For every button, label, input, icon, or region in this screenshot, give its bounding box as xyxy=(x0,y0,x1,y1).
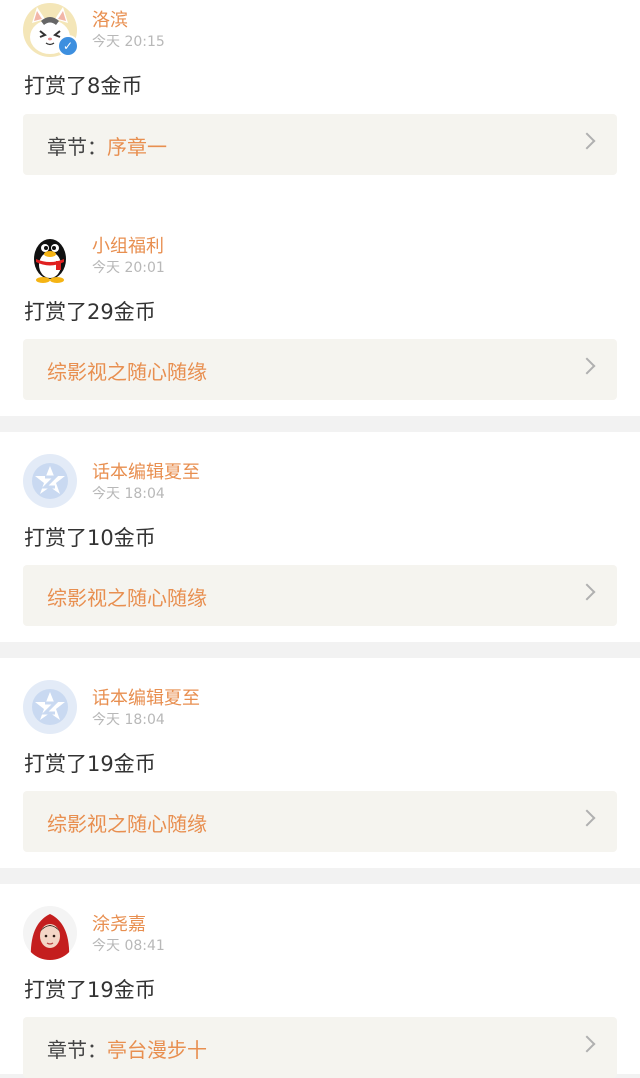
chevron-right-icon xyxy=(578,1035,596,1053)
timestamp: 今天 20:15 xyxy=(92,34,165,50)
reward-text: 打赏了19金币 xyxy=(24,752,156,776)
user-name[interactable]: 话本编辑夏至 xyxy=(92,684,200,710)
timestamp: 今天 18:04 xyxy=(92,486,165,502)
chapter-prefix: 章节： xyxy=(47,135,107,159)
chapter-link[interactable]: 章节：亭台漫步十 xyxy=(23,1017,617,1078)
reward-card: 话本编辑夏至 今天 18:04 打赏了19金币 综影视之随心随缘 xyxy=(0,658,640,868)
reward-card: 小组福利 今天 20:01 打赏了29金币 综影视之随心随缘 xyxy=(0,206,640,416)
chapter-title: 综影视之随心随缘 xyxy=(47,360,207,384)
red-hood-avatar-icon[interactable] xyxy=(23,906,77,960)
chevron-right-icon xyxy=(578,132,596,150)
reward-card: ✓ 洛滨 今天 20:15 打赏了8金币 章节：序章一 xyxy=(0,0,640,210)
reward-card: 话本编辑夏至 今天 18:04 打赏了10金币 综影视之随心随缘 xyxy=(0,432,640,642)
chapter-title: 序章一 xyxy=(107,135,167,159)
chevron-right-icon xyxy=(578,583,596,601)
chevron-right-icon xyxy=(578,809,596,827)
reward-text: 打赏了29金币 xyxy=(24,300,156,324)
default-z-avatar-icon[interactable] xyxy=(23,454,77,508)
reward-text: 打赏了19金币 xyxy=(24,978,156,1002)
qq-penguin-avatar-icon[interactable] xyxy=(23,229,77,283)
default-z-avatar-icon[interactable] xyxy=(23,680,77,734)
chapter-title: 综影视之随心随缘 xyxy=(47,812,207,836)
user-name[interactable]: 话本编辑夏至 xyxy=(92,458,200,484)
user-name[interactable]: 洛滨 xyxy=(92,6,128,32)
user-name[interactable]: 小组福利 xyxy=(92,232,164,258)
chapter-link[interactable]: 综影视之随心随缘 xyxy=(23,339,617,400)
chapter-link[interactable]: 综影视之随心随缘 xyxy=(23,791,617,852)
user-name[interactable]: 涂尧嘉 xyxy=(92,910,146,936)
chapter-title: 综影视之随心随缘 xyxy=(47,586,207,610)
reward-feed: ✓ 洛滨 今天 20:15 打赏了8金币 章节：序章一 小组福利 今天 20:0… xyxy=(0,0,640,1078)
timestamp: 今天 08:41 xyxy=(92,938,165,954)
verified-badge-icon: ✓ xyxy=(57,35,79,57)
timestamp: 今天 18:04 xyxy=(92,712,165,728)
reward-text: 打赏了8金币 xyxy=(24,74,143,98)
chapter-link[interactable]: 综影视之随心随缘 xyxy=(23,565,617,626)
timestamp: 今天 20:01 xyxy=(92,260,165,276)
chapter-link[interactable]: 章节：序章一 xyxy=(23,114,617,175)
chapter-title: 亭台漫步十 xyxy=(107,1038,207,1062)
chevron-right-icon xyxy=(578,357,596,375)
reward-text: 打赏了10金币 xyxy=(24,526,156,550)
chapter-prefix: 章节： xyxy=(47,1038,107,1062)
reward-card: 涂尧嘉 今天 08:41 打赏了19金币 章节：亭台漫步十 xyxy=(0,884,640,1078)
cat-avatar-icon[interactable]: ✓ xyxy=(23,3,79,57)
